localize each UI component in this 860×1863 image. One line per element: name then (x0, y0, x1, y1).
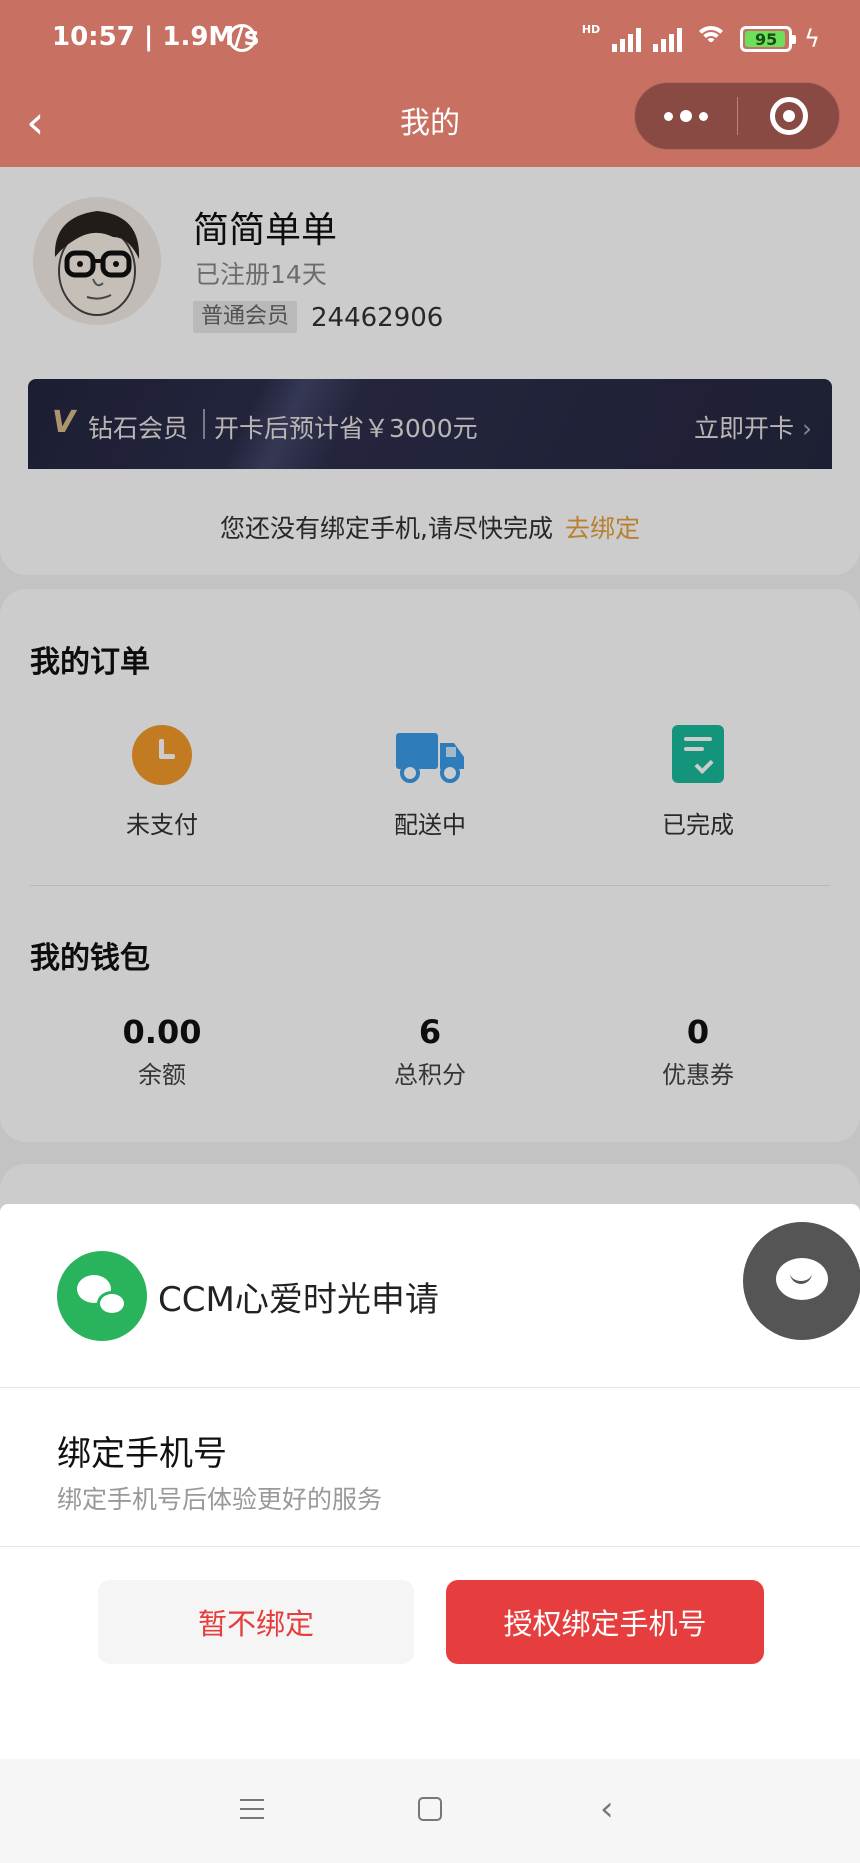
menu-icon[interactable] (240, 1799, 264, 1821)
home-icon[interactable] (418, 1797, 442, 1821)
signal-icon (612, 26, 642, 52)
sheet-divider (0, 1546, 860, 1547)
system-back-icon[interactable]: ‹ (600, 1789, 614, 1829)
authorization-sheet: CCM心爱时光申请 绑定手机号 绑定手机号后体验更好的服务 暂不绑定 授权绑定手… (0, 1204, 860, 1759)
authorize-button[interactable]: 授权绑定手机号 (446, 1580, 764, 1664)
sheet-divider (0, 1387, 860, 1388)
wifi-icon (694, 26, 729, 52)
miniprogram-capsule (634, 82, 840, 150)
status-icons: HD 95 ϟ (582, 22, 820, 56)
status-bar: 10:57 | 1.9M/s HD 95 ϟ (0, 0, 860, 78)
battery-icon: 95 (740, 26, 797, 52)
app-name: CCM心爱时光申请 (158, 1280, 439, 1320)
close-miniprogram-button[interactable] (738, 97, 839, 135)
more-options-button[interactable] (635, 83, 737, 149)
system-nav-bar: ‹ (0, 1759, 860, 1863)
nav-bar: ‹ 我的 (0, 78, 860, 167)
hd-label: HD (581, 22, 601, 36)
top-bar: 10:57 | 1.9M/s HD 95 ϟ ‹ 我的 (0, 0, 860, 167)
target-icon (769, 97, 808, 135)
charging-icon: ϟ (804, 25, 820, 53)
modal-overlay[interactable] (0, 167, 860, 1244)
chat-icon (776, 1258, 828, 1300)
wechat-icon (57, 1251, 147, 1341)
alarm-icon (228, 24, 256, 52)
decline-button[interactable]: 暂不绑定 (98, 1580, 414, 1664)
permission-description: 绑定手机号后体验更好的服务 (57, 1485, 383, 1514)
signal-icon (653, 26, 683, 52)
battery-level: 95 (755, 29, 778, 49)
permission-title: 绑定手机号 (57, 1434, 227, 1474)
customer-service-button[interactable] (743, 1222, 860, 1340)
